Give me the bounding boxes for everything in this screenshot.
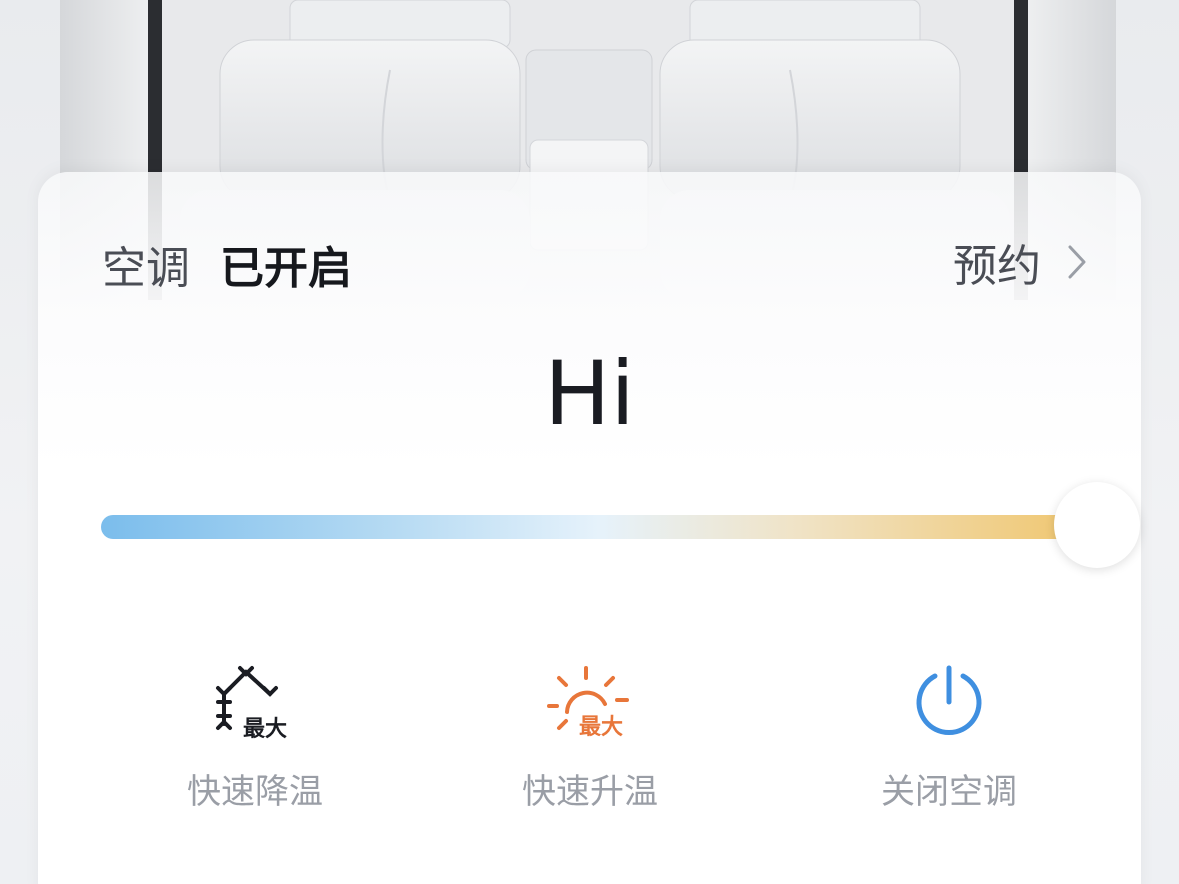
max-cool-label: 快速降温: [187, 772, 323, 812]
temperature-slider-knob[interactable]: [1054, 482, 1140, 568]
climate-card: 空调 已开启 预约 Hi 最大 快速降温 最大 快速升温 关闭空调: [38, 172, 1141, 884]
quick-actions: 最大 快速降温 最大 快速升温 关闭空调: [38, 664, 1141, 814]
schedule-button[interactable]: 预约: [953, 230, 1087, 294]
power-off-label: 关闭空调: [881, 772, 1017, 812]
schedule-label: 预约: [953, 241, 1041, 292]
max-cool-button[interactable]: 最大 快速降温: [135, 664, 375, 814]
temperature-slider[interactable]: [101, 515, 1097, 539]
temperature-display: Hi: [544, 342, 635, 445]
climate-status: 已开启: [220, 243, 352, 294]
power-off-button[interactable]: 关闭空调: [829, 664, 1069, 814]
sun-max-badge: 最大: [579, 715, 623, 740]
max-heat-label: 快速升温: [522, 772, 658, 812]
max-heat-button[interactable]: 最大 快速升温: [470, 664, 710, 814]
chevron-right-icon: [1068, 245, 1086, 279]
sun-max-icon: 最大: [547, 666, 629, 740]
power-icon: [916, 665, 982, 735]
climate-title: 空调: [102, 243, 190, 294]
snowflake-max-icon: 最大: [216, 666, 287, 742]
climate-screen: 空调 已开启 预约 Hi 最大 快速降温 最大 快速升温 关闭空调: [0, 0, 1179, 884]
climate-status-header: 空调 已开启: [102, 232, 352, 296]
snowflake-max-badge: 最大: [243, 717, 287, 742]
